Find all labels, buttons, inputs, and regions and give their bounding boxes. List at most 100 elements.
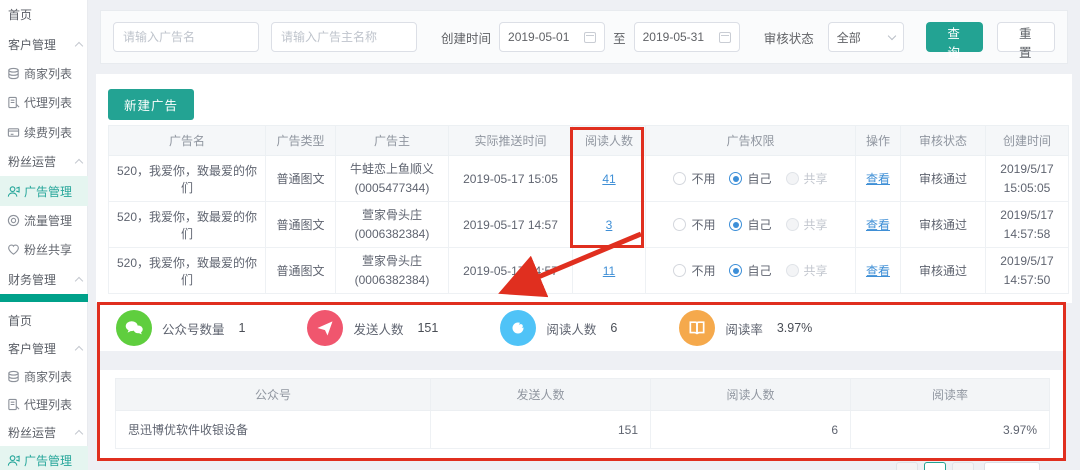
sent-count-cell: 151	[431, 411, 651, 449]
read-icon	[500, 310, 536, 346]
audit-status-cell: 审核通过	[901, 156, 986, 202]
sidebar-item-label: 粉丝运营	[8, 153, 56, 170]
sidebar-item-ad-manage[interactable]: 广告管理	[0, 176, 88, 205]
read-count-cell: 11	[573, 248, 646, 294]
radio-self[interactable]: 自己	[729, 170, 771, 187]
read-count-link[interactable]: 41	[602, 172, 615, 186]
sidebar-item-customer-mgmt[interactable]: 客户管理	[0, 29, 88, 58]
table-row: 520，我爱你，致最爱的你们 普通图文 牛蛙恋上鱼顺义 (0005477344)…	[109, 156, 1069, 202]
sidebar-item-traffic-manage[interactable]: 流量管理	[0, 206, 88, 235]
stat-value: 6	[610, 321, 617, 335]
account-table-header-row: 公众号 发送人数 阅读人数 阅读率	[116, 379, 1050, 411]
ad-name-input[interactable]	[113, 22, 259, 52]
sidebar-item-label: 商家列表	[24, 368, 72, 385]
sidebar-item-finance-mgmt[interactable]: 财务管理	[0, 265, 88, 294]
col-header-action: 操作	[856, 126, 901, 156]
query-button[interactable]: 查询	[926, 22, 984, 52]
sidebar-item-fans-share[interactable]: 粉丝共享	[0, 235, 88, 264]
stat-label: 发送人数	[353, 319, 403, 338]
account-summary-card: 公众号 发送人数 阅读人数 阅读率 思迅博优软件收银设备 151 6 3.97%	[100, 370, 1064, 460]
ad-manage-icon	[7, 454, 20, 467]
shop-list-icon	[7, 67, 20, 80]
sidebar-item-label: 财务管理	[8, 271, 56, 288]
chevron-down-icon	[888, 31, 896, 39]
sidebar-item-label: 粉丝共享	[24, 241, 72, 258]
col-header-permission: 广告权限	[646, 126, 856, 156]
sidebar-item-renewal-list[interactable]: 续费列表	[0, 118, 88, 147]
sidebar-item-label: 代理列表	[24, 396, 72, 413]
reset-button[interactable]: 重置	[997, 22, 1055, 52]
col-header-ad-type: 广告类型	[266, 126, 336, 156]
sidebar-item-label: 广告管理	[24, 452, 72, 469]
view-link[interactable]: 查看	[866, 218, 890, 232]
audit-status-select[interactable]: 全部	[828, 22, 904, 52]
radio-no-use[interactable]: 不用	[673, 170, 715, 187]
read-count-link[interactable]: 11	[603, 264, 615, 278]
sidebar-item-customer-mgmt[interactable]: 客户管理	[0, 334, 88, 362]
sidebar-item-label: 客户管理	[8, 340, 56, 357]
col-header-create-time: 创建时间	[986, 126, 1069, 156]
pagination-next-button[interactable]	[952, 462, 974, 470]
renew-list-icon	[7, 126, 20, 139]
new-ad-button[interactable]: 新建广告	[108, 89, 194, 120]
date-from-input[interactable]: 2019-05-01	[499, 22, 605, 52]
sidebar-item-home[interactable]: 首页	[0, 0, 88, 29]
view-link[interactable]: 查看	[866, 172, 890, 186]
action-cell: 查看	[856, 248, 901, 294]
sidebar-item-agent-list[interactable]: 代理列表	[0, 390, 88, 418]
ad-table-header-row: 广告名 广告类型 广告主 实际推送时间 阅读人数 广告权限 操作 审核状态 创建…	[109, 126, 1069, 156]
radio-share[interactable]: 共享	[786, 262, 828, 279]
action-cell: 查看	[856, 156, 901, 202]
radio-share[interactable]: 共享	[786, 216, 828, 233]
radio-no-use[interactable]: 不用	[673, 262, 715, 279]
ad-name-cell: 520，我爱你，致最爱的你们	[109, 248, 266, 294]
push-time-cell: 2019-05-17 14:57	[449, 248, 573, 294]
sidebar-item-fans-ops[interactable]: 粉丝运营	[0, 147, 88, 176]
chevron-up-icon	[75, 429, 83, 437]
stat-official-accounts: 公众号数量 1	[116, 310, 245, 346]
read-count-cell: 41	[573, 156, 646, 202]
sidebar-item-merchant-list[interactable]: 商家列表	[0, 362, 88, 390]
sidebar-item-merchant-list[interactable]: 商家列表	[0, 59, 88, 88]
sidebar-item-agent-list[interactable]: 代理列表	[0, 88, 88, 117]
col-header-read-count: 阅读人数	[651, 379, 851, 411]
traffic-icon	[7, 214, 20, 227]
permission-cell: 不用 自己 共享	[646, 248, 856, 294]
stat-read-rate: 阅读率 3.97%	[679, 310, 812, 346]
radio-icon	[786, 264, 799, 277]
radio-self[interactable]: 自己	[729, 216, 771, 233]
advertiser-name-input[interactable]	[271, 22, 417, 52]
sidebar-item-ad-manage[interactable]: 广告管理	[0, 446, 88, 470]
read-count-link[interactable]: 3	[606, 218, 613, 232]
sidebar-item-label: 客户管理	[8, 36, 56, 53]
advertiser-name: 牛蛙恋上鱼顺义	[340, 160, 444, 179]
pagination-goto-input[interactable]	[984, 462, 1040, 470]
date-to-input[interactable]: 2019-05-31	[634, 22, 740, 52]
sidebar-item-home[interactable]: 首页	[0, 306, 88, 334]
col-header-advertiser: 广告主	[336, 126, 449, 156]
sidebar-item-fans-ops[interactable]: 粉丝运营	[0, 418, 88, 446]
ad-name-cell: 520，我爱你，致最爱的你们	[109, 202, 266, 248]
agent-list-icon	[7, 398, 20, 411]
radio-no-use[interactable]: 不用	[673, 216, 715, 233]
create-time-cell: 2019/5/17 15:05:05	[986, 156, 1069, 202]
pagination-page-1-button[interactable]	[924, 462, 946, 470]
admin-dashboard: 首页 客户管理 商家列表 代理列表 续费列表 粉丝运营	[0, 0, 1080, 470]
advertiser-cell: 萱家骨头庄 (0006382384)	[336, 202, 449, 248]
create-time-label: 创建时间	[441, 28, 491, 47]
stat-label: 公众号数量	[162, 319, 225, 338]
date-range-to-label: 至	[613, 28, 626, 47]
advertiser-id: (0006382384)	[340, 225, 444, 244]
screenshot-divider-bar	[0, 294, 88, 302]
send-plane-icon	[307, 310, 343, 346]
radio-icon	[673, 264, 686, 277]
stat-value: 151	[417, 321, 438, 335]
view-link[interactable]: 查看	[866, 264, 890, 278]
pagination-prev-button[interactable]	[896, 462, 918, 470]
radio-self[interactable]: 自己	[729, 262, 771, 279]
audit-status-value: 全部	[837, 29, 861, 46]
audit-status-cell: 审核通过	[901, 248, 986, 294]
radio-icon	[729, 172, 742, 185]
radio-share[interactable]: 共享	[786, 170, 828, 187]
col-header-ad-name: 广告名	[109, 126, 266, 156]
